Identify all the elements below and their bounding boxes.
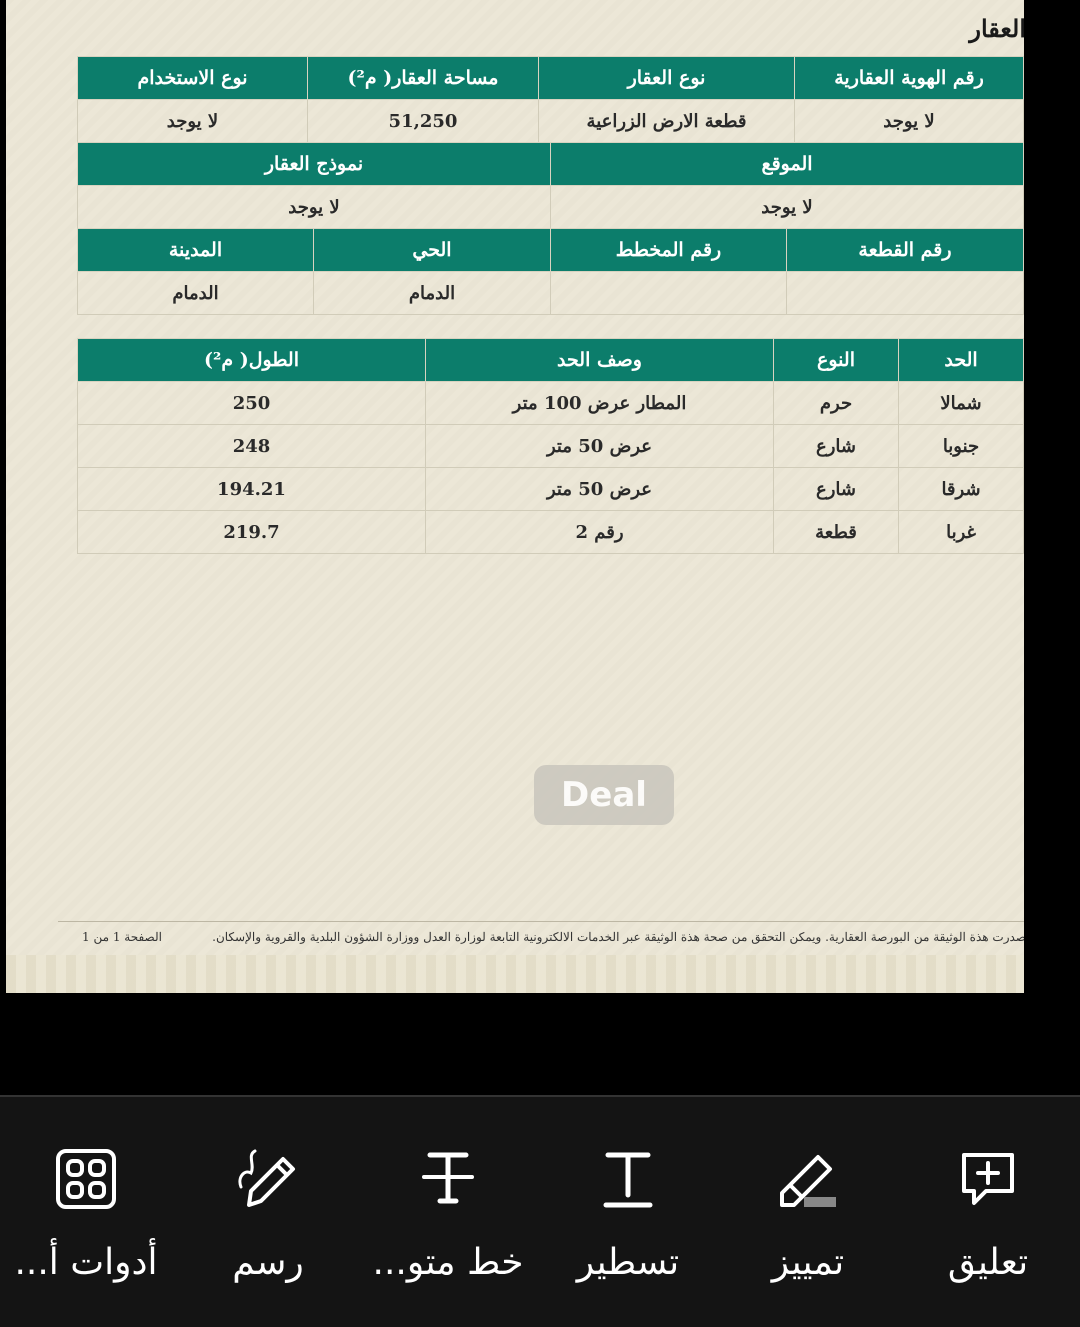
deal-watermark-logo: Deal — [534, 765, 674, 825]
strikethrough-icon — [422, 1152, 474, 1204]
header-boundary-kind: النوع — [773, 338, 899, 382]
cell-scheme-number — [550, 271, 787, 315]
header-property-id: رقم الهوية العقارية — [794, 56, 1024, 100]
cell-length: 194.21 — [77, 467, 426, 511]
cell-property-id: لا يوجد — [794, 99, 1024, 143]
comment-tool-button[interactable]: تعليق — [898, 1097, 1078, 1327]
cell-description: عرض 50 متر — [425, 467, 774, 511]
plot-table: رقم القطعة رقم المخطط الحي المدينة الدما… — [77, 228, 1024, 315]
cell-district: الدمام — [313, 271, 551, 315]
cell-location: لا يوجد — [550, 185, 1024, 229]
cell-plot-number — [786, 271, 1024, 315]
header-boundary: الحد — [898, 338, 1024, 382]
cell-property-type: قطعة الارض الزراعية — [538, 99, 795, 143]
table-row: غربا قطعة رقم 2 219.7 — [77, 510, 1024, 554]
header-usage-type: نوع الاستخدام — [77, 56, 308, 100]
strikethrough-tool-button[interactable]: خط متو... — [358, 1097, 538, 1327]
page-number: الصفحة 1 من 1 — [82, 930, 162, 944]
pen-draw-icon — [238, 1149, 295, 1207]
cell-kind: قطعة — [773, 510, 899, 554]
strikethrough-label: خط متو... — [372, 1242, 524, 1283]
cell-city: الدمام — [77, 271, 314, 315]
cell-kind: شارع — [773, 467, 899, 511]
footer-note: صدرت هذة الوثيقة من البورصة العقارية. وي… — [212, 930, 1024, 944]
cell-length: 250 — [77, 381, 426, 425]
underline-label: تسطير — [576, 1242, 680, 1283]
underline-tool-button[interactable]: تسطير — [538, 1097, 718, 1327]
section-title: العقار — [969, 14, 1024, 43]
cell-description: المطار عرض 100 متر — [425, 381, 774, 425]
boundaries-table: الحد النوع وصف الحد الطول( م²) شمالا حرم… — [77, 338, 1024, 554]
cell-property-model: لا يوجد — [77, 185, 551, 229]
cell-length: 219.7 — [77, 510, 426, 554]
cell-boundary: شرقا — [898, 467, 1024, 511]
header-boundary-length: الطول( م²) — [77, 338, 426, 382]
header-property-type: نوع العقار — [538, 56, 795, 100]
header-property-model: نموذج العقار — [77, 142, 551, 186]
footer-divider — [58, 921, 1024, 922]
comment-label: تعليق — [947, 1242, 1029, 1283]
table-row: جنوبا شارع عرض 50 متر 248 — [77, 424, 1024, 468]
draw-label: رسم — [232, 1242, 304, 1283]
table-row: شرقا شارع عرض 50 متر 194.21 — [77, 467, 1024, 511]
cell-boundary: شمالا — [898, 381, 1024, 425]
cell-property-area: 51,250 — [307, 99, 539, 143]
highlight-tool-button[interactable]: تمييز — [718, 1097, 898, 1327]
cell-boundary: جنوبا — [898, 424, 1024, 468]
cell-kind: شارع — [773, 424, 899, 468]
text-underline-icon — [603, 1152, 653, 1208]
decorative-border — [6, 955, 1024, 993]
more-tools-label: أدوات أ... — [14, 1242, 158, 1283]
cell-description: عرض 50 متر — [425, 424, 774, 468]
highlighter-icon — [780, 1155, 836, 1207]
header-city: المدينة — [77, 228, 314, 272]
location-table: الموقع نموذج العقار لا يوجد لا يوجد — [77, 142, 1024, 229]
header-location: الموقع — [550, 142, 1024, 186]
table-row: شمالا حرم المطار عرض 100 متر 250 — [77, 381, 1024, 425]
comment-plus-icon — [962, 1153, 1014, 1205]
header-district: الحي — [313, 228, 551, 272]
cell-description: رقم 2 — [425, 510, 774, 554]
property-info-table: رقم الهوية العقارية نوع العقار مساحة الع… — [77, 56, 1024, 143]
header-plot-number: رقم القطعة — [786, 228, 1024, 272]
more-tools-button[interactable]: أدوات أ... — [0, 1097, 176, 1327]
draw-tool-button[interactable]: رسم — [178, 1097, 358, 1327]
cell-boundary: غربا — [898, 510, 1024, 554]
cell-length: 248 — [77, 424, 426, 468]
cell-kind: حرم — [773, 381, 899, 425]
header-property-area: مساحة العقار( م²) — [307, 56, 539, 100]
header-boundary-description: وصف الحد — [425, 338, 774, 382]
annotation-toolbar: تعليق تمييز تسطير خط متو... رسم أدوات أ.… — [0, 1095, 1080, 1327]
header-scheme-number: رقم المخطط — [550, 228, 787, 272]
grid-tools-icon — [56, 1149, 116, 1209]
document-page: العقار رقم الهوية العقارية نوع العقار مس… — [6, 0, 1024, 993]
cell-usage-type: لا يوجد — [77, 99, 308, 143]
highlight-label: تمييز — [771, 1242, 845, 1283]
